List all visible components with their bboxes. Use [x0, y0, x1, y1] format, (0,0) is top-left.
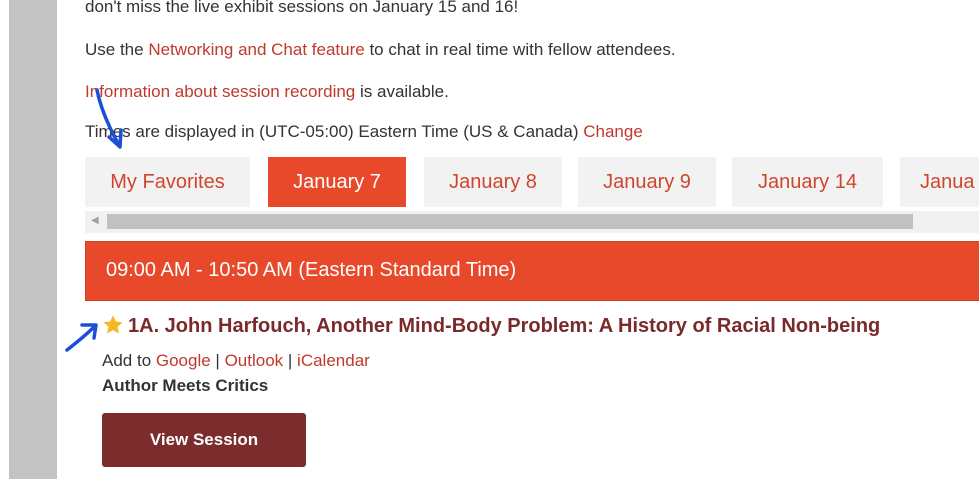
session-type: Author Meets Critics: [102, 376, 269, 395]
tabs-horizontal-scrollbar[interactable]: ◀: [85, 211, 979, 233]
networking-suffix: to chat in real time with fellow attende…: [364, 40, 676, 59]
networking-prefix: Use the: [85, 40, 149, 59]
google-calendar-link[interactable]: Google: [156, 351, 211, 370]
tab-january-7[interactable]: January 7: [268, 157, 406, 207]
timezone-notice: Times are displayed in (UTC-05:00) Easte…: [85, 122, 643, 142]
scrollbar-thumb[interactable]: [107, 214, 913, 229]
tab-january-15-partial[interactable]: Janua: [900, 157, 979, 207]
timezone-text: Times are displayed in (UTC-05:00) Easte…: [85, 122, 584, 141]
date-tabs: My Favorites January 7 January 8 January…: [85, 157, 979, 207]
star-icon[interactable]: [102, 314, 124, 336]
recording-suffix: is available.: [355, 82, 449, 101]
time-slot-label: 09:00 AM - 10:50 AM (Eastern Standard Ti…: [106, 259, 517, 281]
schedule-content: don't miss the live exhibit sessions on …: [85, 0, 979, 479]
tab-january-8[interactable]: January 8: [424, 157, 562, 207]
view-session-button[interactable]: View Session: [102, 413, 306, 467]
scroll-left-arrow-icon[interactable]: ◀: [91, 215, 99, 226]
session-recording-link[interactable]: Information about session recording: [85, 82, 355, 101]
networking-notice: Use the Networking and Chat feature to c…: [85, 40, 676, 60]
left-margin: [0, 0, 9, 479]
tab-january-14[interactable]: January 14: [732, 157, 883, 207]
outlook-calendar-link[interactable]: Outlook: [225, 351, 284, 370]
recording-notice: Information about session recording is a…: [85, 82, 449, 102]
session-title[interactable]: 1A. John Harfouch, Another Mind-Body Pro…: [128, 315, 880, 338]
icalendar-link[interactable]: iCalendar: [297, 351, 370, 370]
calendar-separator: |: [283, 351, 298, 370]
networking-chat-link[interactable]: Networking and Chat feature: [148, 40, 364, 59]
tab-my-favorites[interactable]: My Favorites: [85, 157, 250, 207]
change-timezone-link[interactable]: Change: [583, 122, 643, 141]
add-to-label: Add to: [102, 351, 156, 370]
time-slot-header: 09:00 AM - 10:50 AM (Eastern Standard Ti…: [85, 241, 979, 301]
tab-january-9[interactable]: January 9: [578, 157, 716, 207]
calendar-separator: |: [210, 351, 225, 370]
exhibit-notice: don't miss the live exhibit sessions on …: [85, 0, 519, 16]
left-gray-sidebar: [9, 0, 57, 479]
add-to-calendar: Add to Google | Outlook | iCalendar: [102, 351, 370, 371]
